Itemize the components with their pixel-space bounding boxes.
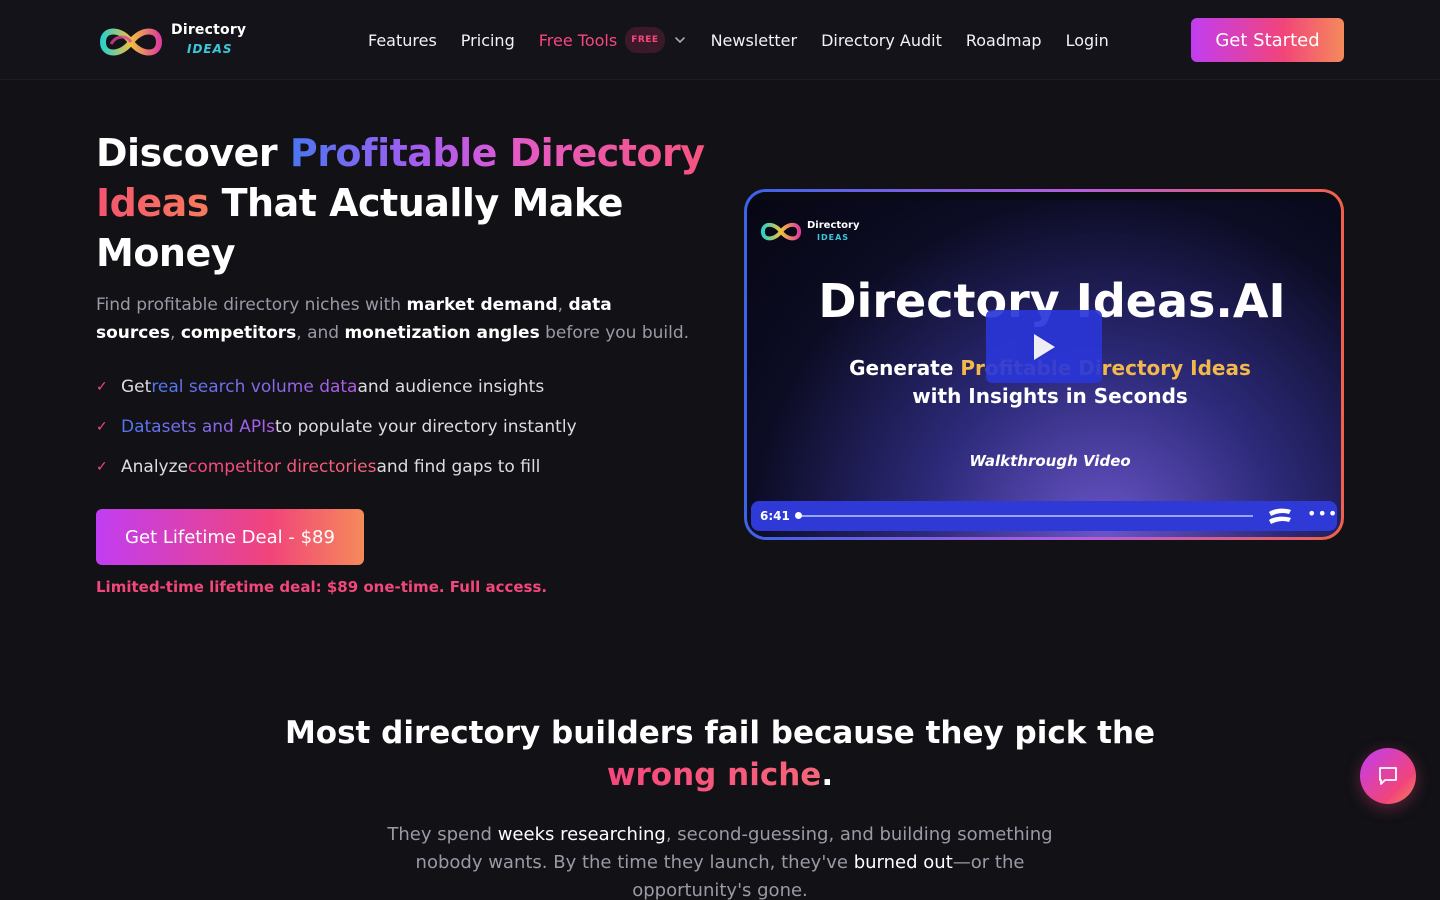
get-started-button[interactable]: Get Started: [1191, 18, 1344, 62]
logo-text-ideas: IDEAS: [187, 42, 233, 56]
video-controls: 6:41 •••: [751, 501, 1337, 531]
nav-newsletter[interactable]: Newsletter: [711, 31, 798, 50]
checklist-text: to populate your directory instantly: [274, 417, 577, 437]
nav-login[interactable]: Login: [1066, 31, 1109, 50]
hero-subtitle: Find profitable directory niches with ma…: [96, 291, 696, 347]
section-body-text: They spend: [387, 824, 498, 845]
hero-title-highlight-ideas: Ideas: [96, 181, 209, 225]
problem-section-body: They spend weeks researching, second-gue…: [370, 821, 1070, 900]
nav-links: Features Pricing Free Tools FREE Newslet…: [368, 27, 1133, 53]
checklist-text: Get: [121, 377, 152, 397]
feature-checklist: ✓ Get real search volume data and audien…: [96, 367, 716, 487]
logo-text-directory: Directory: [171, 22, 247, 38]
free-badge: FREE: [625, 27, 665, 53]
checklist-item: ✓ Analyze competitor directories and fin…: [96, 447, 716, 487]
walkthrough-video[interactable]: Directory IDEAS Directory Ideas.AI Gener…: [744, 189, 1344, 540]
lifetime-deal-button[interactable]: Get Lifetime Deal - $89: [96, 509, 364, 565]
section-body-bold: weeks researching: [497, 824, 666, 845]
section-title-period: .: [821, 757, 834, 793]
infinity-logo-icon: [99, 28, 163, 56]
video-logo-subtext: IDEAS: [817, 233, 850, 242]
subtitle-text: Find profitable directory niches with: [96, 295, 407, 315]
subtitle-bold-competitors: competitors: [180, 323, 297, 343]
brand-logo[interactable]: Directory IDEAS: [97, 18, 247, 64]
subtitle-text: ,: [170, 323, 181, 343]
hero-title-part1: Discover: [96, 131, 290, 175]
video-caption: Walkthrough Video: [969, 452, 1131, 470]
more-options-icon[interactable]: •••: [1307, 504, 1338, 523]
chat-icon: [1379, 767, 1397, 785]
checklist-text: and audience insights: [357, 377, 545, 397]
checklist-item: ✓ Get real search volume data and audien…: [96, 367, 716, 407]
subtitle-bold-market-demand: market demand: [406, 295, 558, 315]
nav-features[interactable]: Features: [368, 31, 437, 50]
hero-title: Discover Profitable Directory Ideas That …: [96, 128, 716, 278]
subtitle-text: before you build.: [539, 323, 690, 343]
video-platform-logo-icon[interactable]: [1267, 506, 1293, 526]
deal-note: Limited-time lifetime deal: $89 one-time…: [96, 578, 548, 596]
video-duration: 6:41: [760, 509, 790, 523]
checklist-highlight: Datasets and APIs: [121, 417, 275, 437]
nav-roadmap[interactable]: Roadmap: [966, 31, 1042, 50]
checklist-item: ✓ Datasets and APIs to populate your dir…: [96, 407, 716, 447]
play-button[interactable]: [986, 310, 1102, 383]
checklist-highlight: competitor directories: [188, 457, 377, 477]
checkmark-icon: ✓: [96, 459, 108, 475]
checklist-text: and find gaps to fill: [376, 457, 541, 477]
subtitle-text: ,: [557, 295, 569, 315]
hero-title-highlight-directory: Directory: [509, 131, 705, 175]
video-subtitle-text: Generate: [849, 356, 961, 380]
checklist-text: Analyze: [121, 457, 188, 477]
nav-free-tools[interactable]: Free Tools: [539, 31, 617, 50]
video-player[interactable]: Directory IDEAS Directory Ideas.AI Gener…: [747, 192, 1341, 537]
section-body-bold: burned out: [853, 852, 953, 873]
checkmark-icon: ✓: [96, 379, 108, 395]
infinity-logo-icon: [760, 222, 802, 241]
subtitle-text: , and: [296, 323, 345, 343]
checkmark-icon: ✓: [96, 419, 108, 435]
top-navbar: Directory IDEAS Features Pricing Free To…: [0, 0, 1440, 80]
chevron-down-icon[interactable]: [673, 33, 687, 47]
checklist-highlight: real search volume data: [151, 377, 358, 397]
video-logo-text: Directory: [807, 220, 860, 231]
section-title-highlight: wrong niche: [606, 757, 822, 793]
nav-directory-audit[interactable]: Directory Audit: [821, 31, 942, 50]
progress-knob[interactable]: [795, 512, 802, 519]
section-title-text: Most directory builders fail because the…: [284, 715, 1156, 751]
hero-title-highlight-profitable: Profitable: [289, 131, 498, 175]
video-logo: Directory IDEAS: [759, 216, 869, 246]
problem-section-title: Most directory builders fail because the…: [240, 712, 1200, 796]
subtitle-bold-monetization: monetization angles: [344, 323, 540, 343]
nav-pricing[interactable]: Pricing: [461, 31, 515, 50]
video-subtitle-line2: with Insights in Seconds: [912, 384, 1188, 408]
play-icon: [1034, 333, 1055, 360]
chat-widget-button[interactable]: [1360, 748, 1416, 804]
video-progress-bar[interactable]: [795, 512, 1253, 519]
